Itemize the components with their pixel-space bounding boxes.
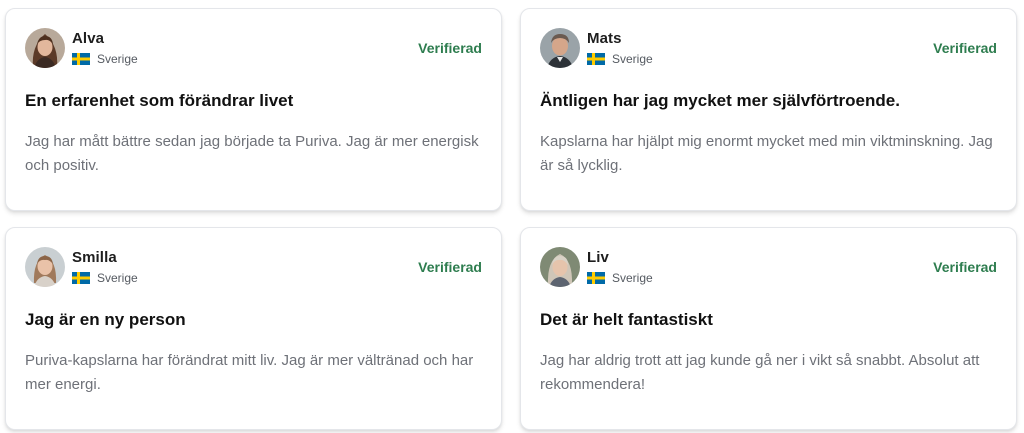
verified-badge: Verifierad [933,259,997,275]
reviewer-country: Sverige [72,52,138,66]
verified-badge: Verifierad [418,40,482,56]
country-label: Sverige [97,271,138,285]
review-card: Smilla Sverige Verifierad Jag är en ny p… [5,227,502,430]
verified-badge: Verifierad [933,40,997,56]
review-text: Kapslarna har hjälpt mig enormt mycket m… [540,133,993,174]
avatar [25,28,65,68]
review-title: Det är helt fantastiskt [540,310,713,329]
country-label: Sverige [612,271,653,285]
review-title: Äntligen har jag mycket mer självförtroe… [540,91,900,110]
review-header: Smilla Sverige Verifierad [25,247,482,287]
reviews-grid: Alva Sverige Verifierad En erfarenhet so… [0,0,1024,433]
review-title: En erfarenhet som förändrar livet [25,91,294,110]
review-card: Alva Sverige Verifierad En erfarenhet so… [5,8,502,211]
reviewer-country: Sverige [587,52,653,66]
reviewer-name: Mats [587,30,622,47]
verified-badge: Verifierad [418,259,482,275]
avatar [25,247,65,287]
country-label: Sverige [97,52,138,66]
avatar [540,28,580,68]
sweden-flag-icon [72,53,90,65]
sweden-flag-icon [72,272,90,284]
reviewer-country: Sverige [587,271,653,285]
review-card: Liv Sverige Verifierad Det är helt fanta… [520,227,1017,430]
review-header: Mats Sverige Verifierad [540,28,997,68]
review-text: Jag har aldrig trott att jag kunde gå ne… [540,352,980,393]
review-header: Liv Sverige Verifierad [540,247,997,287]
review-header: Alva Sverige Verifierad [25,28,482,68]
country-label: Sverige [612,52,653,66]
review-text: Jag har mått bättre sedan jag började ta… [25,133,479,174]
avatar [540,247,580,287]
sweden-flag-icon [587,53,605,65]
reviewer-name: Liv [587,249,609,266]
reviewer-name: Smilla [72,249,117,266]
review-text: Puriva-kapslarna har förändrat mitt liv.… [25,352,474,393]
review-title: Jag är en ny person [25,310,186,329]
reviewer-name: Alva [72,30,105,47]
reviewer-country: Sverige [72,271,138,285]
sweden-flag-icon [587,272,605,284]
review-card: Mats Sverige Verifierad Äntligen har jag… [520,8,1017,211]
